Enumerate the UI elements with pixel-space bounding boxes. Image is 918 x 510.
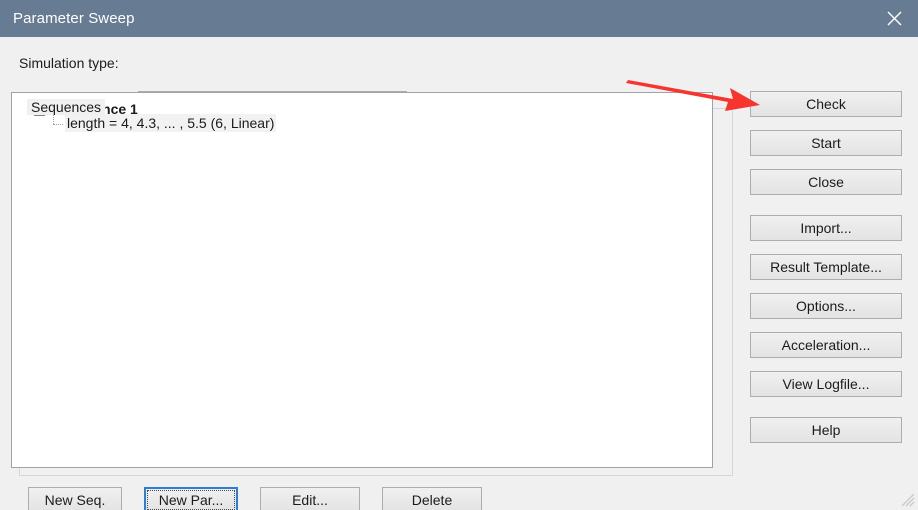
result-template-button[interactable]: Result Template... bbox=[750, 254, 902, 280]
dialog-actions-panel: Check Start Close Import... Result Templ… bbox=[750, 91, 902, 456]
title-bar: Parameter Sweep bbox=[0, 0, 918, 37]
simulation-type-row: Simulation type: bbox=[19, 55, 119, 71]
window-title: Parameter Sweep bbox=[13, 10, 135, 27]
sequences-group-label: Sequences bbox=[27, 99, 106, 115]
new-par-button[interactable]: New Par... bbox=[144, 487, 238, 510]
sequences-list[interactable]: Sequence 1 length = 4, 4.3, ... , 5.5 (6… bbox=[11, 92, 713, 468]
resize-grip[interactable] bbox=[901, 493, 915, 507]
delete-button[interactable]: Delete bbox=[382, 487, 482, 510]
options-button[interactable]: Options... bbox=[750, 293, 902, 319]
simulation-type-label: Simulation type: bbox=[19, 55, 119, 71]
import-button[interactable]: Import... bbox=[750, 215, 902, 241]
view-logfile-button[interactable]: View Logfile... bbox=[750, 371, 902, 397]
close-button[interactable]: Close bbox=[750, 169, 902, 195]
parameter-sweep-dialog: Parameter Sweep Simulation type: Time Do… bbox=[0, 0, 918, 510]
tree-item-parameter-label: length = 4, 4.3, ... , 5.5 (6, Linear) bbox=[65, 114, 277, 132]
help-button[interactable]: Help bbox=[750, 417, 902, 443]
sequence-tree: Sequence 1 length = 4, 4.3, ... , 5.5 (6… bbox=[12, 93, 712, 132]
sequence-actions-toolbar: New Seq. New Par... Edit... Delete bbox=[28, 487, 482, 510]
close-icon[interactable] bbox=[870, 0, 918, 37]
check-button[interactable]: Check bbox=[750, 91, 902, 117]
dialog-body: Simulation type: Time Domain Solver Sequ… bbox=[0, 37, 918, 510]
start-button[interactable]: Start bbox=[750, 130, 902, 156]
new-seq-button[interactable]: New Seq. bbox=[28, 487, 122, 510]
tree-connector-horizontal bbox=[53, 124, 63, 126]
edit-button[interactable]: Edit... bbox=[260, 487, 360, 510]
acceleration-button[interactable]: Acceleration... bbox=[750, 332, 902, 358]
